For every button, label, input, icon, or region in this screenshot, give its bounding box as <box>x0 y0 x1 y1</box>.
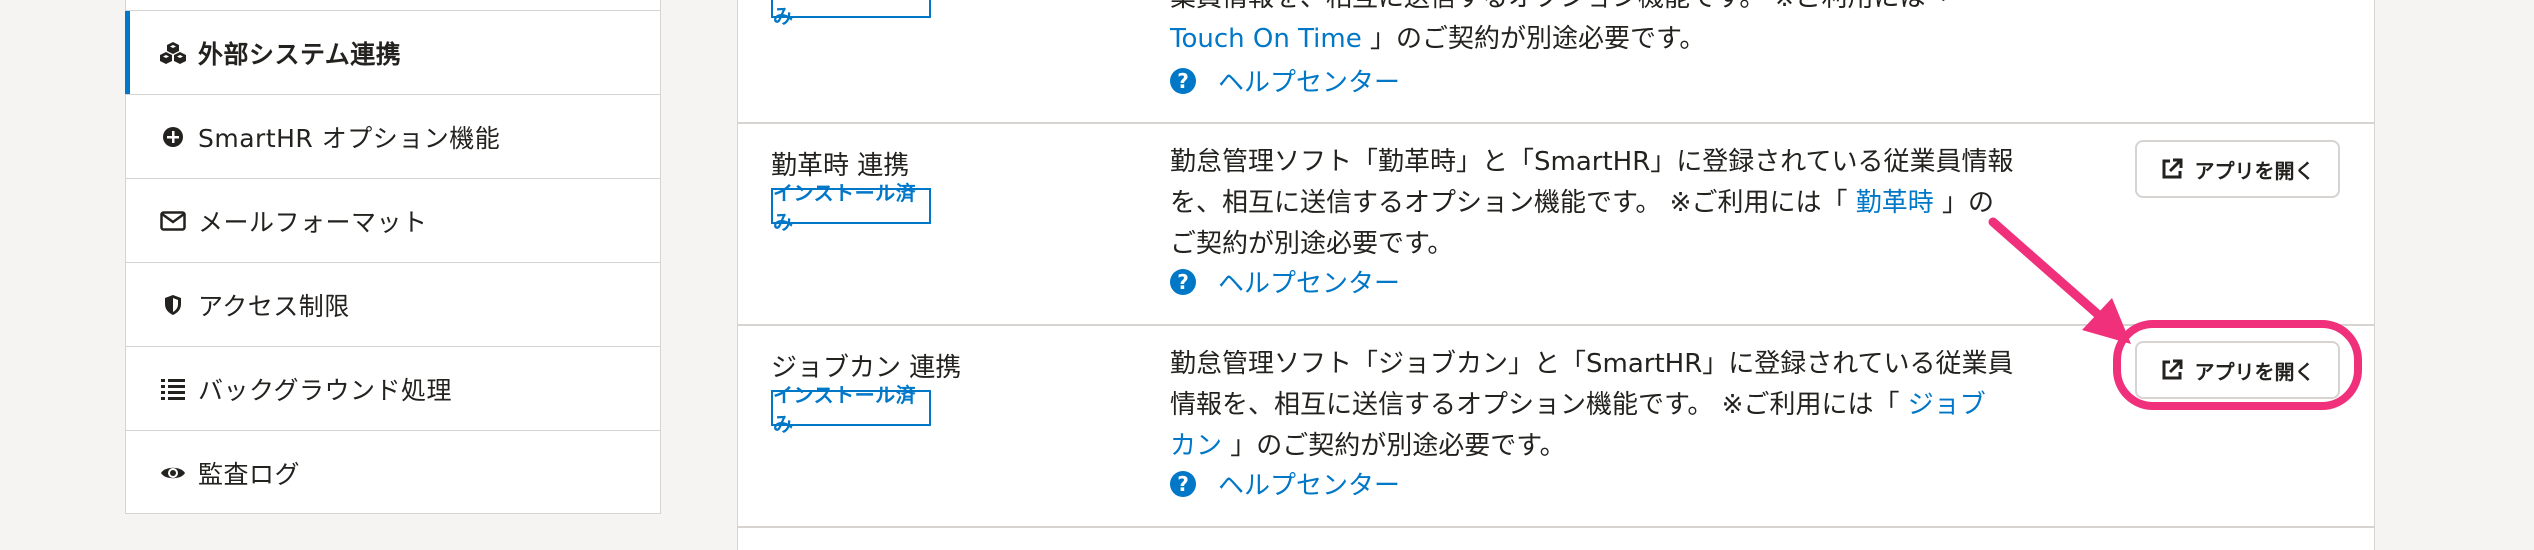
annotation-arrow-icon <box>1988 217 2131 344</box>
